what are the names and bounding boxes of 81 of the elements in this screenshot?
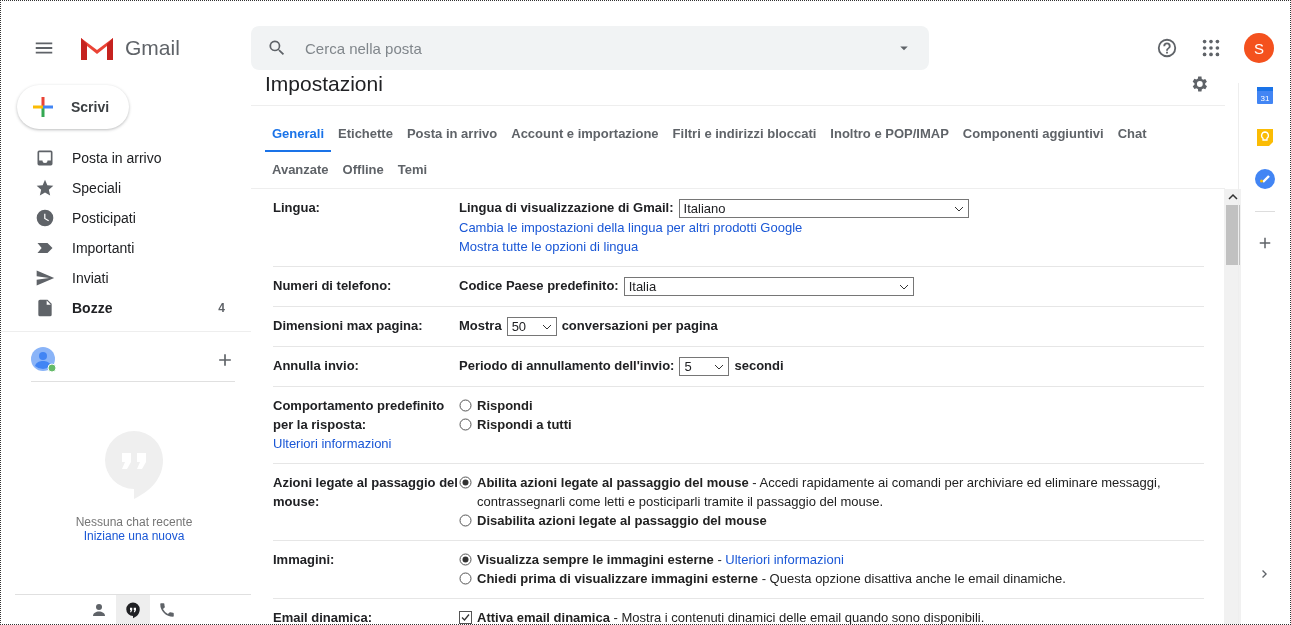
inbox-icon — [35, 148, 55, 168]
field-suffix: conversazioni per pagina — [561, 317, 718, 335]
help-icon[interactable] — [1156, 37, 1178, 59]
send-icon — [35, 268, 55, 288]
settings-tab[interactable]: Offline — [335, 152, 391, 188]
settings-tab[interactable]: Inoltro e POP/IMAP — [823, 116, 956, 152]
settings-tab[interactable]: Avanzate — [265, 152, 336, 188]
dropdown[interactable]: 50 — [506, 317, 557, 336]
compose-button[interactable]: Scrivi — [17, 85, 129, 129]
field-label: Mostra — [459, 317, 502, 335]
option-text: Rispondi — [477, 397, 533, 415]
tasks-icon[interactable] — [1254, 169, 1275, 189]
dropdown[interactable]: Italia — [623, 277, 914, 296]
search-bar[interactable]: Cerca nella posta — [251, 26, 929, 70]
dropdown[interactable]: 5 — [679, 357, 730, 376]
nav-item[interactable]: Importanti — [1, 233, 251, 263]
plus-icon — [31, 95, 55, 119]
nav-item[interactable]: Posta in arrivo — [1, 143, 251, 173]
avatar[interactable]: S — [1244, 33, 1274, 63]
settings-tab[interactable]: Filtri e indirizzi bloccati — [665, 116, 824, 152]
chevron-up-icon[interactable] — [1227, 193, 1238, 201]
chevron-down-icon — [714, 363, 725, 370]
star-icon — [35, 178, 55, 198]
settings-tab[interactable]: Temi — [390, 152, 435, 188]
setting-label: Comportamento predefinito per la risposta: — [273, 397, 446, 434]
option-text: Attiva email dinamica - Mostra i contenuti dinamici delle email quando sono disponibili. — [477, 609, 985, 624]
link[interactable]: Ulteriori informazioni — [273, 434, 459, 453]
quote-bubble-icon[interactable] — [124, 600, 142, 619]
settings-tab[interactable]: Componenti aggiuntivi — [955, 116, 1111, 152]
app-name: Gmail — [125, 36, 180, 60]
scrollbar-thumb[interactable] — [1225, 205, 1240, 265]
field-label: Lingua di visualizzazione di Gmail: — [459, 199, 674, 217]
field-label: Codice Paese predefinito: — [459, 277, 619, 295]
option-text: Abilita azioni legate al passaggio del mouse - Accedi rapidamente ai comandi per archiviare ed eliminare messaggi, contrassegnarli come letti e posticiparli tramite il passaggio del mouse. — [477, 474, 1162, 511]
chevron-down-icon — [953, 205, 964, 212]
settings-tab[interactable]: Posta in arrivo — [399, 116, 505, 152]
nav-item[interactable]: Speciali — [1, 173, 251, 203]
nav-item[interactable]: Inviati — [1, 263, 251, 293]
field-label: Periodo di annullamento dell'invio: — [459, 357, 675, 375]
radio-button[interactable] — [459, 572, 472, 585]
document-icon — [35, 298, 55, 318]
chevron-down-icon — [898, 283, 909, 290]
field-suffix: secondi — [734, 357, 784, 375]
setting-label: Annulla invio: — [273, 357, 360, 375]
setting-label: Immagini: — [273, 551, 336, 569]
radio-button[interactable] — [459, 553, 472, 566]
start-chat-link[interactable]: Iniziane una nuova — [83, 529, 185, 543]
option-text: Rispondi a tutti — [477, 416, 572, 434]
unread-count: 4 — [218, 301, 225, 315]
setting-label: Email dinamica: — [273, 609, 373, 624]
link[interactable]: Mostra tutte le opzioni di lingua — [459, 237, 639, 256]
clock-icon — [35, 208, 55, 228]
link[interactable]: Ulteriori informazioni — [725, 552, 844, 567]
settings-tab[interactable]: Etichette — [331, 116, 400, 152]
setting-label: Lingua: — [273, 199, 321, 217]
checkbox[interactable] — [459, 611, 472, 624]
settings-tab[interactable]: Chat — [1110, 116, 1154, 152]
radio-button[interactable] — [459, 418, 472, 431]
radio-button[interactable] — [459, 476, 472, 489]
nav-item[interactable]: Bozze 4 — [1, 293, 251, 323]
nav-item[interactable]: Posticipati — [1, 203, 251, 233]
radio-button[interactable] — [459, 514, 472, 527]
link[interactable]: Cambia le impostazioni della lingua per altri prodotti Google — [459, 218, 803, 237]
apps-grid-icon[interactable] — [1200, 37, 1222, 59]
search-icon[interactable] — [267, 38, 287, 58]
chevron-down-icon — [541, 323, 552, 330]
setting-label: Numeri di telefono: — [273, 277, 393, 295]
empty-chat-text: Nessuna chat recente — [75, 515, 193, 529]
option-text: Visualizza sempre le immagini esterne - Ulteriori informazioni — [477, 551, 844, 569]
phone-icon[interactable] — [158, 600, 176, 619]
calendar-icon[interactable]: 31 — [1255, 85, 1274, 105]
setting-label: Dimensioni max pagina: — [273, 317, 424, 335]
settings-tab[interactable]: Generali — [265, 116, 332, 152]
page-title: Impostazioni — [265, 72, 383, 96]
settings-tab[interactable]: Account e importazione — [504, 116, 666, 152]
dropdown[interactable]: Italiano — [678, 199, 969, 218]
search-input[interactable]: Cerca nella posta — [303, 38, 879, 58]
setting-label: Azioni legate al passaggio del mouse: — [273, 474, 459, 511]
option-text: Disabilita azioni legate al passaggio del mouse — [477, 512, 767, 530]
radio-button[interactable] — [459, 399, 472, 412]
option-text: Chiedi prima di visualizzare immagini esterne - Questa opzione disattiva anche le email dinamiche. — [477, 570, 1066, 588]
